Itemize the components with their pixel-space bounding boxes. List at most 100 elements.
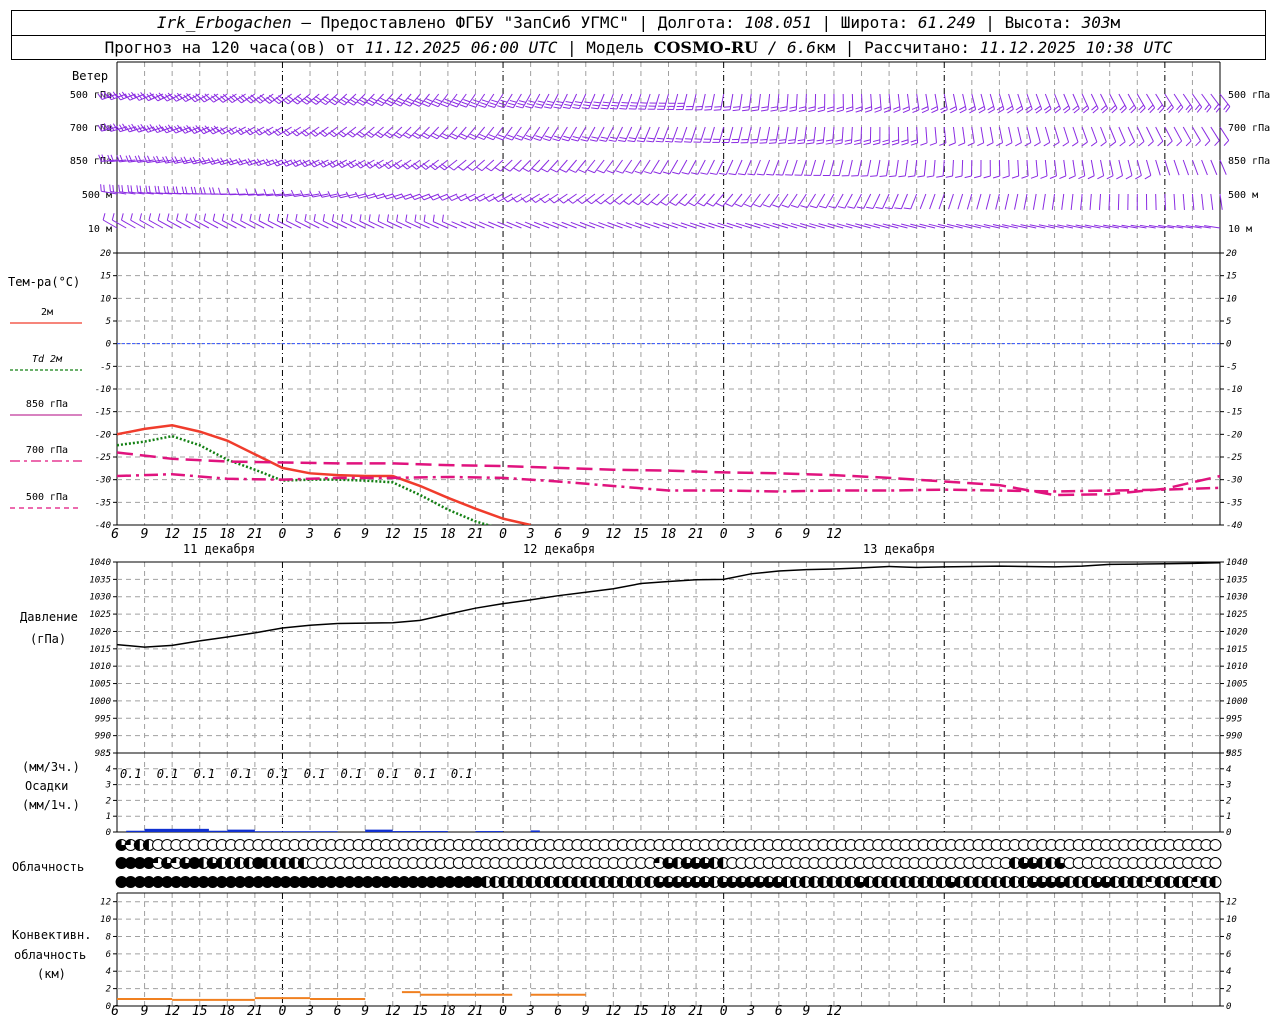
wind-barb-feather bbox=[203, 187, 206, 195]
wind-barb-feather bbox=[359, 214, 362, 222]
wind-barb-feather bbox=[404, 162, 411, 168]
wind-barb-feather bbox=[287, 95, 294, 101]
y-tick-label: 4 bbox=[1226, 967, 1231, 977]
wind-barb-feather bbox=[1087, 175, 1095, 180]
y-tick-label: 4 bbox=[106, 967, 111, 977]
wind-barb-staff bbox=[910, 193, 918, 210]
wind-barb-feather bbox=[181, 186, 185, 194]
wind-barb-feather bbox=[525, 105, 533, 109]
wind-barb-feather bbox=[931, 109, 939, 114]
wind-barb-feather bbox=[646, 140, 654, 143]
wind-barb-feather bbox=[756, 173, 764, 176]
time-tick-label: 12 bbox=[826, 1004, 842, 1019]
precip-3h-label: 0.1 bbox=[451, 767, 473, 781]
wind-barb-feather bbox=[592, 104, 600, 107]
wind-barb-feather bbox=[955, 175, 963, 179]
wind-barb-staff bbox=[1164, 93, 1174, 108]
y-tick-label: 1040 bbox=[1226, 558, 1248, 568]
wind-barb-feather bbox=[988, 108, 995, 114]
cloud-symbol bbox=[1209, 857, 1222, 869]
precip-3h-label: 0.1 bbox=[267, 767, 289, 781]
wind-barb-staff bbox=[1044, 159, 1048, 176]
y-tick-label: 15 bbox=[1226, 272, 1237, 282]
wind-barb-staff bbox=[578, 93, 587, 109]
wind-barb-feather bbox=[461, 101, 469, 105]
wind-barb-feather bbox=[1206, 106, 1212, 113]
wind-barb-feather bbox=[367, 131, 375, 136]
wind-barb-feather bbox=[296, 95, 303, 101]
wind-barb-feather bbox=[157, 213, 161, 221]
wind-barb-staff bbox=[784, 126, 789, 143]
wind-barb-staff bbox=[1032, 193, 1037, 210]
wind-barb-feather bbox=[557, 198, 564, 204]
wind-barb-feather bbox=[766, 173, 774, 176]
wind-barb-feather bbox=[330, 130, 337, 136]
precip-bar bbox=[392, 831, 448, 832]
wind-barb-staff bbox=[980, 126, 985, 143]
wind-barb-staff bbox=[662, 126, 669, 143]
wind-barb-feather bbox=[345, 191, 351, 199]
wind-barb-feather bbox=[554, 103, 562, 107]
wind-barb-feather bbox=[1081, 105, 1088, 111]
wind-barb-feather bbox=[996, 105, 1004, 111]
y-tick-label: -5 bbox=[1226, 362, 1237, 372]
cloud-circle bbox=[1209, 839, 1222, 851]
wind-barb-feather bbox=[488, 134, 496, 138]
wind-barb-staff bbox=[697, 159, 706, 175]
wind-barb-feather bbox=[350, 214, 353, 222]
wind-barb-feather bbox=[203, 213, 207, 221]
time-tick-label: 12 bbox=[385, 527, 401, 542]
wind-barb-feather bbox=[541, 168, 548, 173]
wind-barb-feather bbox=[321, 98, 329, 103]
wind-barb-staff bbox=[916, 126, 919, 144]
wind-level-label: 700 гПа bbox=[1228, 123, 1270, 134]
wind-barb-feather bbox=[600, 136, 608, 139]
wind-barb-staff bbox=[1146, 126, 1154, 142]
wind-barb-feather bbox=[709, 172, 717, 175]
time-tick-label: 12 bbox=[606, 527, 622, 542]
time-tick-label: 18 bbox=[440, 527, 456, 542]
time-tick-label: 0 bbox=[279, 1004, 287, 1019]
wind-barb-staff bbox=[1017, 126, 1022, 143]
wind-barb-feather bbox=[1225, 106, 1231, 113]
wind-barb-feather bbox=[742, 109, 750, 112]
wind-barb-feather bbox=[410, 164, 417, 170]
wind-barb-feather bbox=[467, 136, 475, 140]
wind-barb-staff bbox=[947, 193, 954, 210]
wind-barb-feather bbox=[1158, 107, 1165, 114]
wind-barb-staff bbox=[766, 126, 771, 143]
wind-barb-feather bbox=[597, 169, 605, 174]
wind-barb-feather bbox=[136, 185, 139, 193]
wind-barb-staff bbox=[624, 126, 633, 142]
wind-barb-staff bbox=[1191, 159, 1199, 176]
wind-barb-feather bbox=[426, 98, 433, 102]
wind-barb-feather bbox=[847, 206, 855, 209]
wind-barb-feather bbox=[120, 213, 124, 221]
wind-barb-feather bbox=[751, 106, 759, 109]
wind-barb-feather bbox=[528, 100, 536, 103]
precip-bar bbox=[254, 831, 338, 832]
wind-barb-feather bbox=[507, 134, 515, 138]
y-tick-label: 995 bbox=[95, 714, 111, 724]
wind-barb-feather bbox=[247, 96, 254, 102]
wind-barb-feather bbox=[479, 133, 487, 138]
wind-barb-feather bbox=[130, 185, 133, 193]
wind-barb-staff bbox=[933, 159, 936, 176]
wind-barb-staff bbox=[791, 159, 798, 176]
wind-barb-staff bbox=[919, 193, 927, 210]
wind-barb-staff bbox=[794, 126, 798, 143]
y-tick-label: 4 bbox=[1226, 765, 1231, 775]
wind-barb-feather bbox=[921, 106, 929, 110]
y-tick-label: 1015 bbox=[1226, 645, 1248, 655]
wind-barb-feather bbox=[420, 164, 427, 170]
wind-barb-feather bbox=[959, 106, 966, 111]
cloud-circle bbox=[1209, 857, 1222, 869]
temp-legend-label: 2м bbox=[41, 307, 53, 318]
wind-barb-staff bbox=[1118, 159, 1124, 176]
wind-barb-feather bbox=[789, 109, 797, 112]
wind-barb-feather bbox=[304, 214, 307, 222]
wind-barb-feather bbox=[606, 170, 614, 174]
wind-barb-feather bbox=[594, 199, 602, 205]
wind-barb-feather bbox=[609, 107, 617, 110]
wind-barb-staff bbox=[1173, 126, 1183, 142]
